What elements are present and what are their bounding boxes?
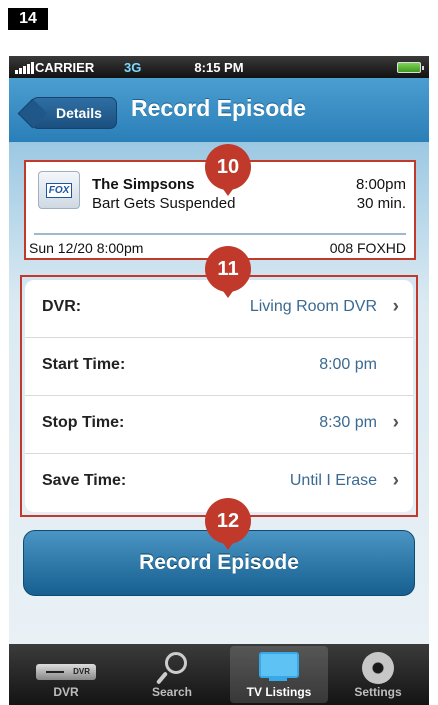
gear-icon (362, 652, 394, 684)
clock: 8:15 PM (194, 60, 244, 75)
row-value: Until I Erase (289, 472, 377, 489)
back-button[interactable]: Details (31, 97, 117, 129)
tab-settings[interactable]: Settings (329, 646, 427, 703)
battery-icon (397, 62, 424, 73)
recording-settings: DVR: Living Room DVR › Start Time: 8:00 … (20, 275, 418, 517)
row-label: Stop Time: (42, 414, 125, 431)
row-label: Start Time: (42, 356, 126, 373)
search-icon (157, 652, 187, 686)
stop-time-row[interactable]: Stop Time: 8:30 pm › (25, 396, 413, 454)
tv-icon (259, 652, 299, 682)
tab-search[interactable]: Search (123, 646, 221, 703)
navigation-bar: Details Record Episode (9, 78, 429, 142)
chevron-right-icon: › (392, 470, 399, 491)
callout-10: 10 (205, 144, 259, 196)
tab-label: Settings (354, 685, 402, 699)
row-value: 8:00 pm (319, 356, 377, 373)
back-button-label: Details (56, 105, 102, 121)
tab-bar: DVR Search TV Listings Settings (9, 644, 429, 705)
chevron-right-icon: › (392, 296, 399, 317)
episode-title: Bart Gets Suspended (92, 195, 236, 212)
fox-logo-icon: FOX (38, 171, 80, 209)
row-value: 8:30 pm (319, 414, 377, 431)
duration: 30 min. (356, 195, 406, 212)
callout-12: 12 (205, 498, 259, 550)
channel-number: 008 FOXHD (329, 240, 406, 256)
row-value: Living Room DVR (249, 298, 377, 315)
record-episode-screen: Details Record Episode FOX The Simpsons … (9, 78, 429, 644)
tab-tv-listings[interactable]: TV Listings (230, 646, 328, 703)
tab-label: TV Listings (246, 685, 312, 699)
page-number-badge: 14 (8, 8, 48, 30)
tab-label: DVR (53, 685, 79, 699)
air-date: Sun 12/20 8:00pm (29, 240, 144, 256)
chevron-right-icon: › (392, 412, 399, 433)
status-bar: CARRIER 3G 8:15 PM (9, 56, 429, 78)
row-label: Save Time: (42, 472, 127, 489)
tab-dvr[interactable]: DVR (17, 646, 115, 703)
callout-11: 11 (205, 246, 259, 298)
dvr-icon (36, 664, 96, 680)
start-time-row: Start Time: 8:00 pm (25, 338, 413, 396)
page-title: Record Episode (131, 95, 307, 121)
row-label: DVR: (42, 298, 82, 315)
show-title: The Simpsons (92, 176, 195, 193)
divider (34, 233, 406, 235)
tab-label: Search (151, 685, 193, 699)
phone-screen: CARRIER 3G 8:15 PM Details Record Episod… (9, 56, 429, 705)
air-time: 8:00pm (355, 176, 406, 193)
